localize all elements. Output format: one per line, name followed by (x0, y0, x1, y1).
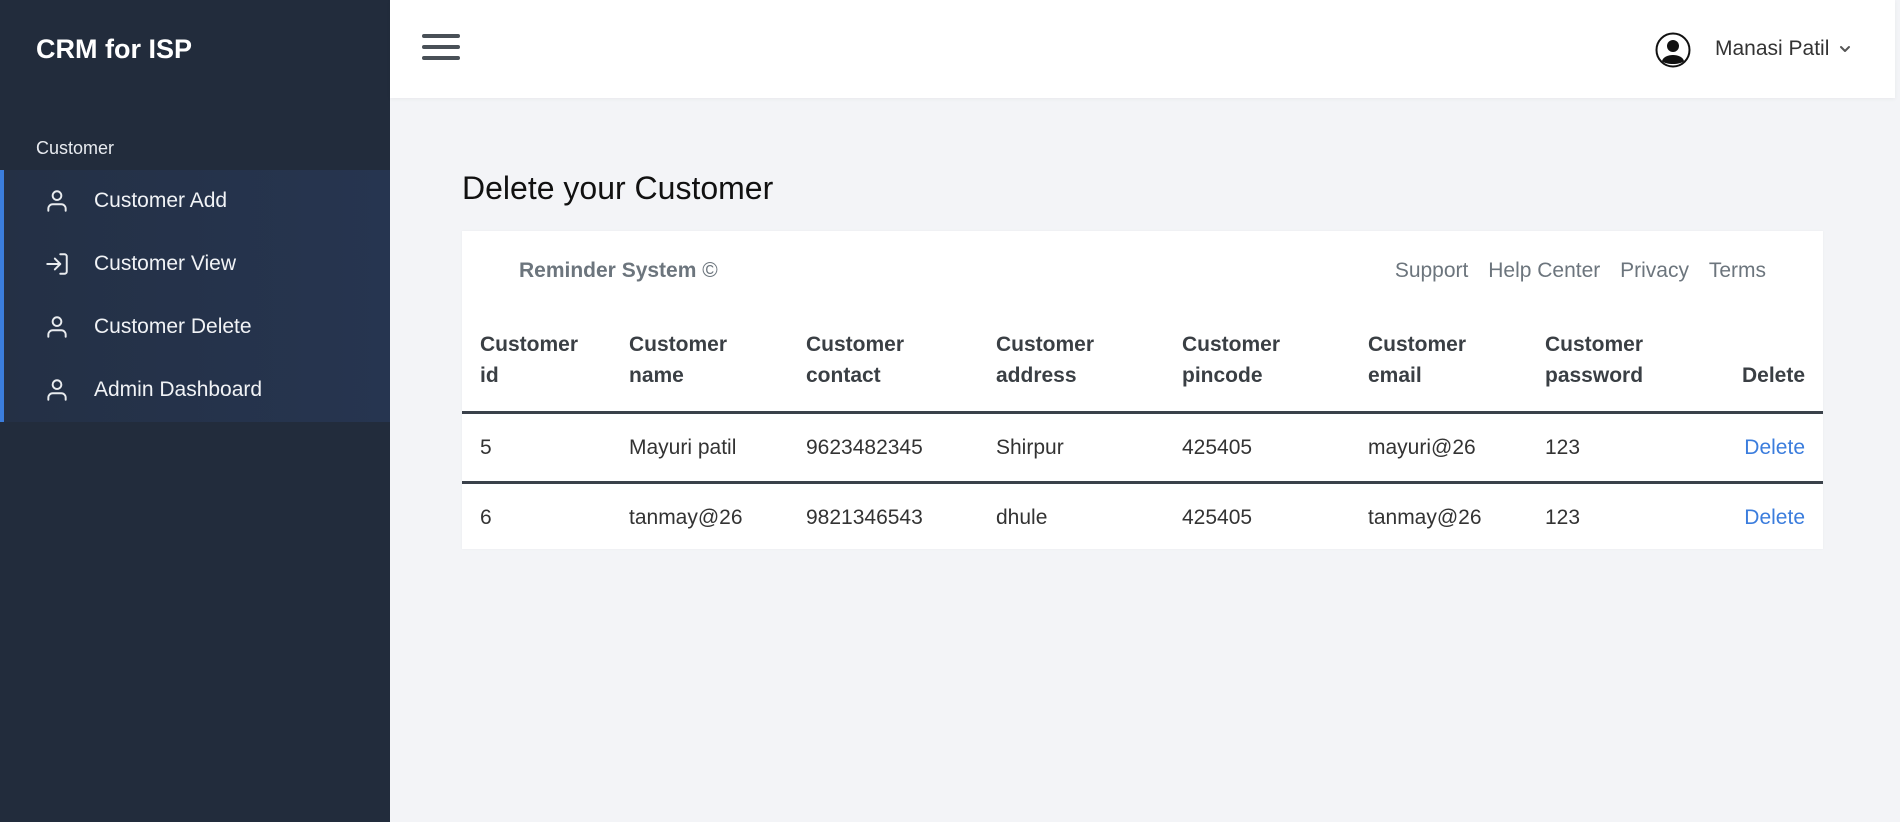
cell-email: mayuri@26 (1350, 412, 1527, 484)
brand-title[interactable]: CRM for ISP (36, 34, 192, 65)
table-row: 6 tanmay@26 9821346543 dhule 425405 tanm… (462, 483, 1823, 552)
sidebar-item-customer-add[interactable]: Customer Add (0, 170, 390, 233)
sidebar-item-label: Customer Delete (94, 315, 252, 338)
cell-email: tanmay@26 (1368, 505, 1482, 529)
column-header-delete: Delete (1697, 329, 1823, 414)
sign-in-icon (46, 253, 68, 275)
cell-name: Mayuri patil (611, 412, 788, 484)
footer-brand: Reminder System © (519, 259, 718, 283)
page-title: Delete your Customer (462, 170, 774, 206)
cell-name: tanmay@26 (629, 505, 743, 529)
table-row: 5 Mayuri patil 9623482345 Shirpur 425405… (462, 412, 1823, 484)
hamburger-menu-icon[interactable] (422, 34, 460, 64)
user-icon (47, 190, 67, 212)
sidebar-item-label: Customer Add (94, 189, 228, 212)
cell-address: Shirpur (978, 412, 1164, 484)
cell-password: 123 (1527, 412, 1698, 484)
sidebar-section-label: Customer (36, 138, 115, 158)
topbar: Manasi Patil (390, 0, 1895, 98)
footer-links: Support Help Center Privacy Terms (1381, 259, 1766, 283)
chevron-down-icon[interactable] (1838, 42, 1852, 56)
sidebar-item-label: Customer View (94, 252, 236, 275)
column-header-customer-email: Customer email (1350, 329, 1527, 414)
cell-id: 5 (462, 412, 611, 484)
cell-contact: 9623482345 (788, 412, 978, 484)
cell-action: Delete (1697, 412, 1823, 484)
table-header-row: Customer id Customer name Customer contact … (462, 329, 1823, 414)
cell-password: 123 (1545, 505, 1581, 529)
sidebar-nav: Customer Add Customer View Customer Dele… (0, 170, 390, 422)
copyright-symbol: © (702, 259, 718, 282)
cell-pincode: 425405 (1182, 505, 1253, 529)
privacy-link[interactable]: Privacy (1620, 259, 1689, 282)
column-header-customer-address: Customer address (978, 329, 1164, 414)
column-header-customer-name: Customer name (611, 329, 788, 414)
footer-brand-name: Reminder System (519, 259, 697, 282)
sidebar-item-customer-delete[interactable]: Customer Delete (0, 296, 390, 359)
column-header-customer-id: Customer id (462, 329, 611, 414)
user-circle-icon[interactable] (1655, 32, 1691, 68)
sidebar-item-label: Admin Dashboard (94, 378, 263, 401)
column-header-customer-password: Customer password (1527, 329, 1698, 414)
cell-pincode: 425405 (1164, 412, 1350, 484)
help-center-link[interactable]: Help Center (1488, 259, 1600, 282)
support-link[interactable]: Support (1395, 259, 1469, 282)
customer-card: Reminder System © Support Help Center Pr… (462, 231, 1823, 549)
delete-link[interactable]: Delete (1744, 436, 1805, 459)
sidebar-item-customer-view[interactable]: Customer View (0, 233, 390, 296)
user-icon (47, 316, 67, 338)
user-name[interactable]: Manasi Patil (1715, 37, 1829, 61)
column-header-customer-pincode: Customer pincode (1164, 329, 1350, 414)
sidebar-item-admin-dashboard[interactable]: Admin Dashboard (0, 359, 390, 422)
cell-action: Delete (1697, 483, 1823, 552)
cell-contact: 9821346543 (806, 505, 923, 529)
user-icon (47, 379, 67, 401)
cell-address: dhule (996, 505, 1048, 529)
delete-link[interactable]: Delete (1744, 506, 1805, 529)
sidebar: CRM for ISP Customer Customer Add Custom… (0, 0, 390, 822)
customers-table: Customer id Customer name Customer contact … (462, 329, 1823, 551)
cell-id: 6 (480, 505, 492, 529)
terms-link[interactable]: Terms (1709, 259, 1766, 282)
column-header-customer-contact: Customer contact (788, 329, 978, 414)
